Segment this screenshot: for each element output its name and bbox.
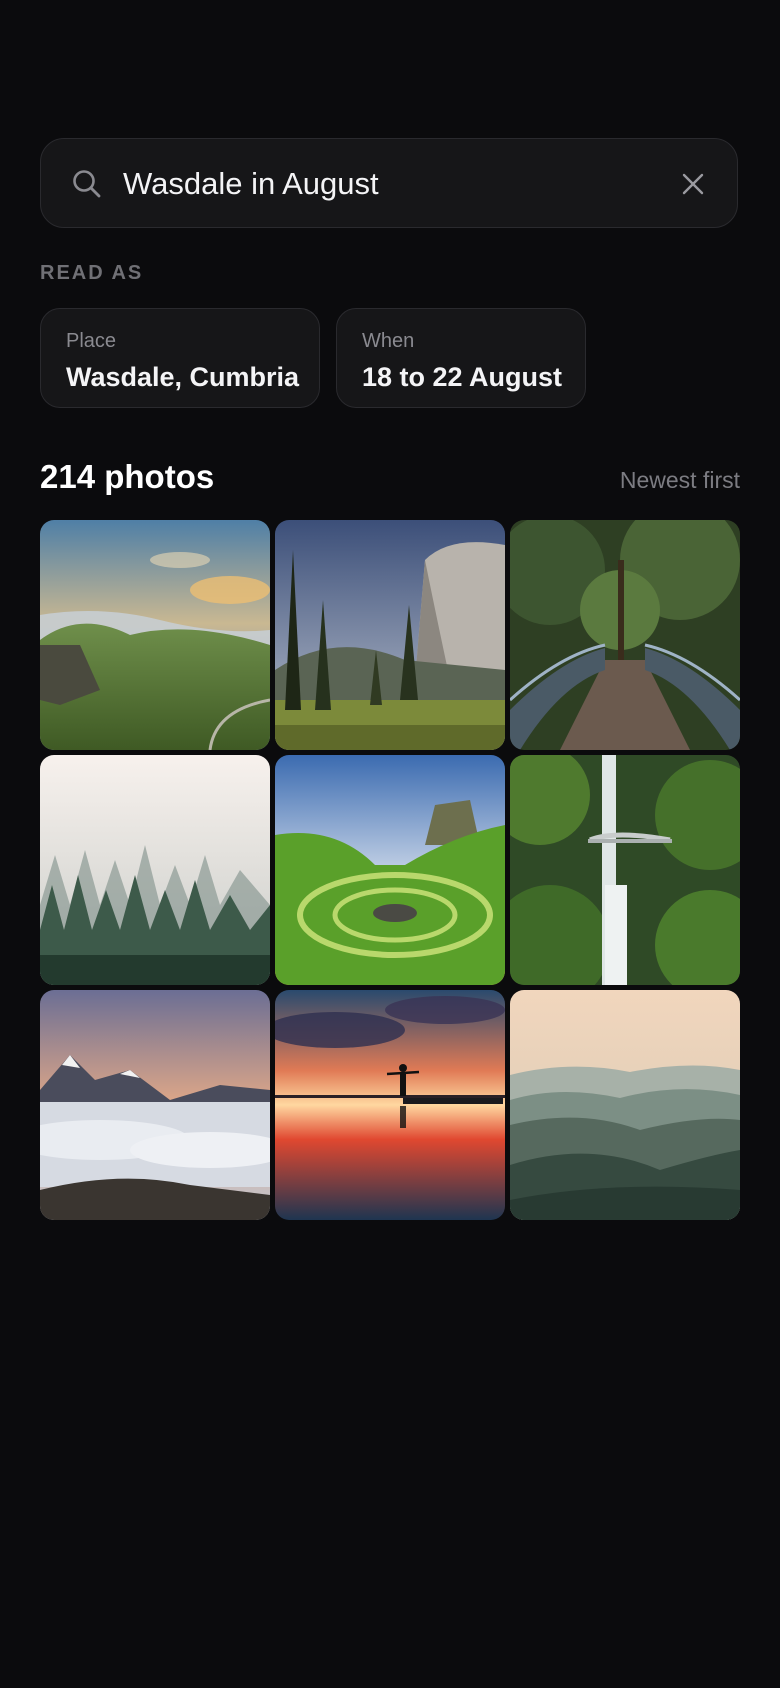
when-chip-key: When: [362, 330, 415, 352]
photo-thumbnail[interactable]: [275, 520, 505, 750]
search-bar[interactable]: Wasdale in August: [40, 138, 738, 228]
photo-grid: [40, 520, 740, 1220]
results-count: 214 photos: [40, 458, 215, 495]
read-as-label: READ AS: [40, 262, 144, 284]
place-chip-key: Place: [66, 330, 117, 352]
photo-thumbnail[interactable]: [40, 990, 270, 1220]
sort-button[interactable]: Newest first: [620, 464, 740, 496]
when-chip-value: 18 to 22 August: [362, 362, 563, 392]
photo-thumbnail[interactable]: [275, 755, 505, 985]
photo-thumbnail[interactable]: [275, 990, 505, 1220]
when-chip[interactable]: When 18 to 22 August: [336, 308, 586, 408]
photo-thumbnail[interactable]: [40, 520, 270, 750]
place-chip[interactable]: Place Wasdale, Cumbria: [40, 308, 320, 408]
photo-thumbnail[interactable]: [510, 520, 740, 750]
place-chip-value: Wasdale, Cumbria: [66, 362, 300, 392]
search-input[interactable]: Wasdale in August: [123, 139, 379, 229]
search-icon: [73, 170, 101, 198]
photo-thumbnail[interactable]: [40, 755, 270, 985]
photo-thumbnail[interactable]: [510, 990, 740, 1220]
photo-thumbnail[interactable]: [510, 755, 740, 985]
close-icon[interactable]: [679, 170, 707, 198]
